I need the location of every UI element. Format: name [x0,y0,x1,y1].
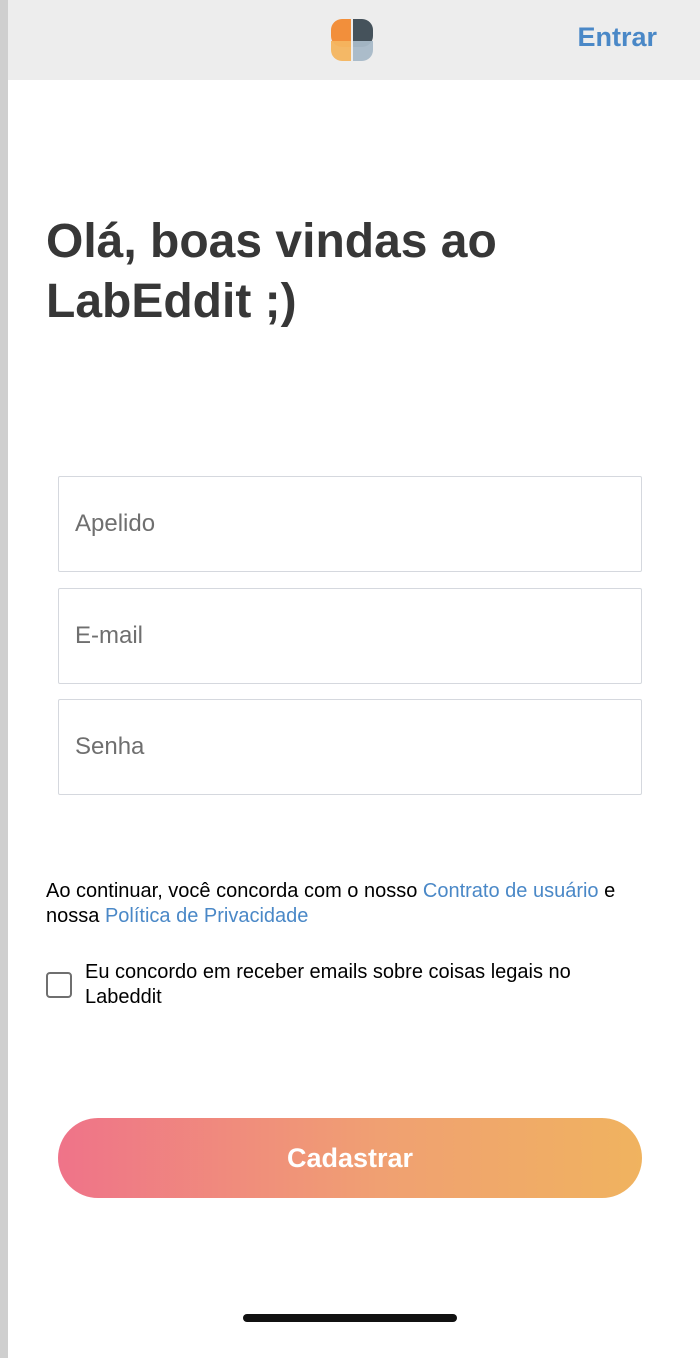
consent-checkbox[interactable] [46,972,72,998]
user-agreement-link[interactable]: Contrato de usuário [423,880,599,902]
consent-label: Eu concordo em receber emails sobre cois… [85,961,571,1008]
signup-button[interactable]: Cadastrar [58,1118,642,1198]
page-title: Olá, boas vindas ao LabEddit ;) [46,215,497,328]
home-indicator [243,1314,457,1322]
signup-screen: Entrar Olá, boas vindas ao LabEddit ;) A… [8,0,700,1358]
top-bar: Entrar [8,0,700,80]
privacy-policy-link[interactable]: Política de Privacidade [105,905,308,927]
terms-prefix: Ao continuar, você concorda com o nosso [46,880,423,902]
password-input[interactable] [58,699,642,795]
labeddit-logo-icon [331,19,373,61]
email-input[interactable] [58,588,642,684]
login-link[interactable]: Entrar [577,22,657,53]
nickname-input[interactable] [58,476,642,572]
terms-notice: Ao continuar, você concorda com o nosso … [46,879,626,929]
